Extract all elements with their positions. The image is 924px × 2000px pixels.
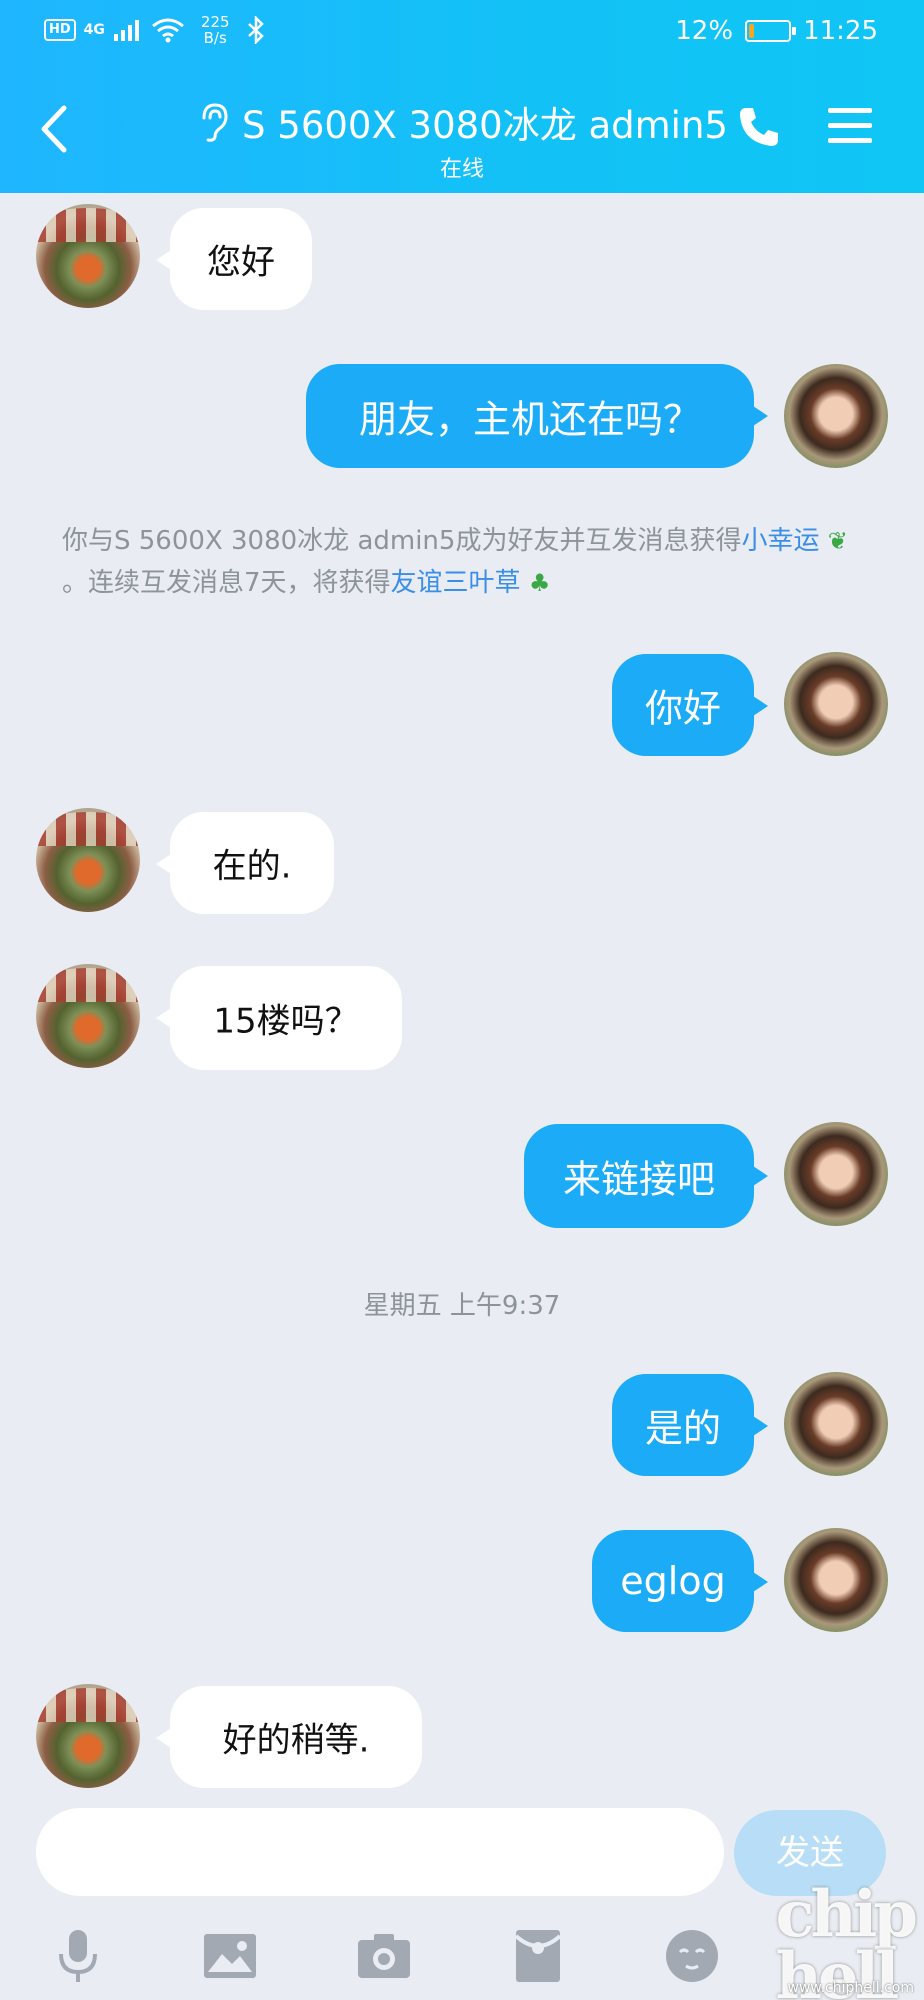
message-text: 您好 <box>207 242 275 283</box>
battery-percent: 12% <box>675 16 734 46</box>
message-bubble[interactable]: 您好 <box>156 208 312 310</box>
message-text: 好的稍等. <box>222 1720 370 1761</box>
image-icon[interactable] <box>200 1926 260 1986</box>
message-text: 朋友，主机还在吗？ <box>358 397 701 442</box>
wifi-icon <box>151 18 184 43</box>
camera-icon[interactable] <box>354 1926 414 1986</box>
message-bubble[interactable]: 是的 <box>612 1374 768 1476</box>
message-text: 在的. <box>212 846 292 887</box>
message-text: 15楼吗？ <box>213 1001 359 1042</box>
clover-link[interactable]: 友谊三叶草 <box>391 568 521 598</box>
message-text: 是的 <box>644 1406 721 1451</box>
my-avatar[interactable] <box>784 1122 888 1226</box>
watermark: chip hell www.chiphell.com <box>696 1883 920 2000</box>
message-bubble[interactable]: 朋友，主机还在吗？ <box>306 364 768 468</box>
message-bubble[interactable]: 好的稍等. <box>156 1686 422 1788</box>
watermark-url: www.chiphell.com <box>787 1980 914 1996</box>
clover-icon: ♣ <box>528 569 551 597</box>
menu-icon[interactable] <box>826 104 874 148</box>
sprout-icon: ❦ <box>827 527 848 555</box>
title-area[interactable]: S 5600X 3080冰龙 admin5 在线 <box>0 95 924 183</box>
message-text: eglog <box>620 1559 726 1603</box>
message-bubble[interactable]: 你好 <box>612 654 768 756</box>
network-speed: 225 B/s <box>201 14 230 46</box>
message-bubble[interactable]: 来链接吧 <box>524 1124 768 1228</box>
contact-avatar[interactable] <box>36 964 140 1068</box>
system-notice: 你与S 5600X 3080冰龙 admin5成为好友并互发消息获得小幸运 ❦ … <box>62 520 862 604</box>
chat-header: HD 4G 225 B/s 12% 11:25 S 5600X 3080冰龙 a… <box>0 0 924 193</box>
contact-avatar[interactable] <box>36 808 140 912</box>
clock: 11:25 <box>803 16 878 46</box>
notice-text: 。连续互发消息7天，将获得 <box>62 568 391 598</box>
status-bar: HD 4G 225 B/s 12% 11:25 <box>0 0 924 62</box>
my-avatar[interactable] <box>784 652 888 756</box>
my-avatar[interactable] <box>784 1372 888 1476</box>
notice-text: 你与S 5600X 3080冰龙 admin5成为好友并互发消息获得 <box>62 526 742 556</box>
message-text: 你好 <box>644 686 721 731</box>
my-avatar[interactable] <box>784 1528 888 1632</box>
online-status: 在线 <box>439 157 484 182</box>
message-timestamp: 星期五 上午9:37 <box>363 1291 561 1321</box>
hd-badge: HD <box>44 19 76 41</box>
contact-avatar[interactable] <box>36 204 140 308</box>
signal-icon <box>113 20 139 41</box>
my-avatar[interactable] <box>784 364 888 468</box>
lucky-link[interactable]: 小幸运 <box>741 526 819 556</box>
message-bubble[interactable]: 15楼吗？ <box>156 966 402 1070</box>
network-type: 4G <box>83 22 105 38</box>
message-input[interactable] <box>36 1808 724 1896</box>
contact-avatar[interactable] <box>36 1684 140 1788</box>
phone-icon[interactable] <box>736 104 782 150</box>
message-bubble[interactable]: eglog <box>592 1530 768 1632</box>
battery-level <box>749 24 755 38</box>
page-title: S 5600X 3080冰龙 admin5 <box>242 104 728 147</box>
bluetooth-icon <box>247 16 264 44</box>
message-bubble[interactable]: 在的. <box>156 812 334 914</box>
ear-icon[interactable] <box>196 102 230 142</box>
message-text: 来链接吧 <box>562 1157 715 1202</box>
mic-icon[interactable] <box>48 1926 108 1986</box>
speed-unit: B/s <box>203 29 227 47</box>
red-packet-icon[interactable] <box>508 1926 568 1986</box>
battery-icon <box>745 20 797 42</box>
